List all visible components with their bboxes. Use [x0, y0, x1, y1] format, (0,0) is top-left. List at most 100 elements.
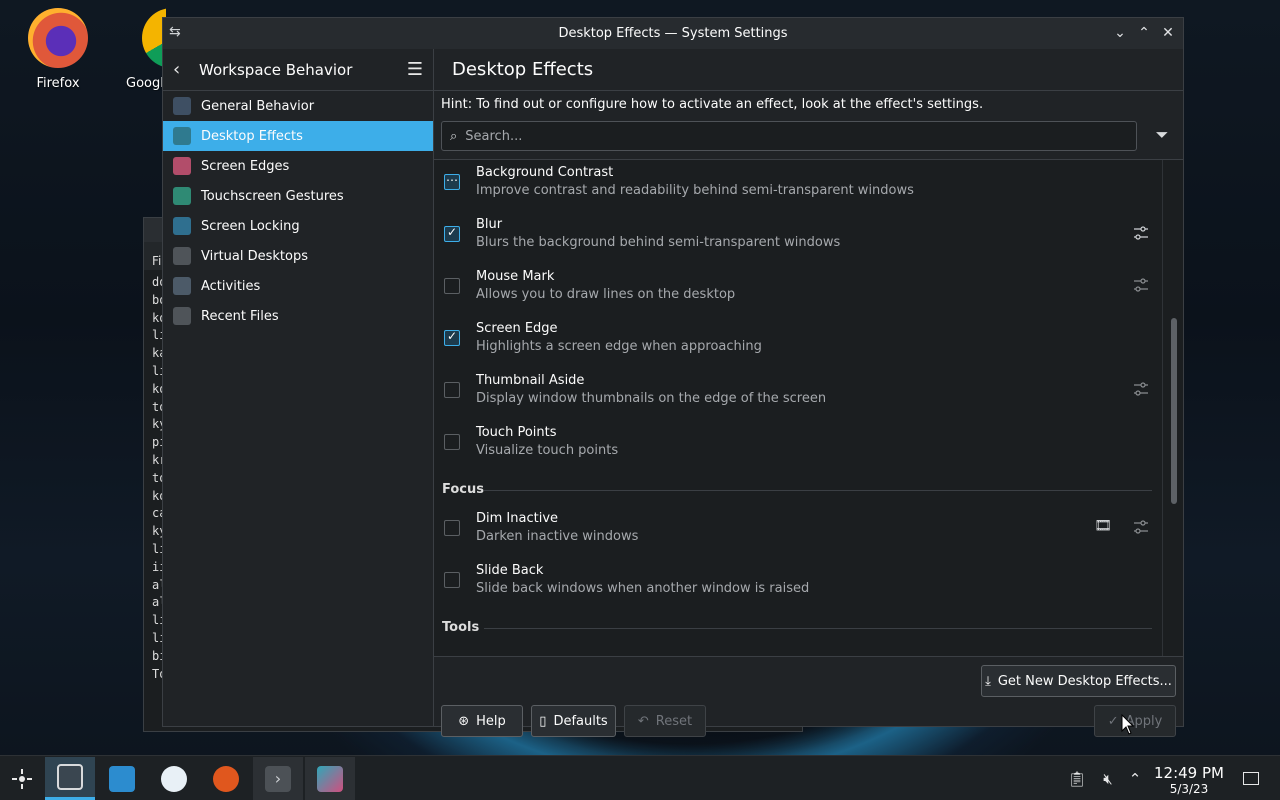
effect-name: Mouse Mark [476, 269, 555, 284]
back-arrow-icon[interactable]: ‹ [173, 59, 193, 80]
get-new-effects-button[interactable]: ⤓ Get New Desktop Effects... [981, 665, 1176, 697]
taskbar-app-coral[interactable] [149, 757, 199, 800]
hamburger-menu-icon[interactable]: ☰ [407, 59, 423, 80]
scrollbar-thumb[interactable] [1171, 318, 1177, 504]
coral-app-icon [161, 765, 187, 792]
system-tray: 📋︎ 🔇︎ ⌃ [1066, 756, 1146, 800]
defaults-button[interactable]: ▯ Defaults [531, 705, 616, 737]
application-launcher-button[interactable] [0, 757, 47, 800]
configure-settings-icon[interactable] [1130, 518, 1152, 540]
sidebar-item-label: General Behavior [201, 98, 315, 114]
volume-muted-icon[interactable]: 🔇︎ [1094, 770, 1122, 788]
effect-checkbox[interactable] [444, 434, 460, 450]
activities-icon [173, 277, 191, 295]
effect-checkbox[interactable]: ✓ [444, 329, 460, 346]
effect-checkbox[interactable] [444, 572, 460, 588]
taskbar-desktop-effects[interactable] [305, 757, 355, 800]
search-field[interactable]: ⌕ [441, 121, 1137, 151]
configure-settings-icon[interactable] [1130, 276, 1152, 298]
page-title: Desktop Effects [452, 59, 594, 80]
sidebar-item-label: Screen Locking [201, 218, 300, 234]
sidebar-item-touchscreen-gestures[interactable]: Touchscreen Gestures [163, 181, 433, 211]
close-button[interactable]: ✕ [1159, 22, 1177, 44]
sidebar-item-label: Virtual Desktops [201, 248, 308, 264]
window-titlebar[interactable]: ⇆ Desktop Effects — System Settings ⌄ ⌃ … [163, 18, 1183, 49]
apply-button[interactable]: ✓ Apply [1094, 705, 1176, 737]
desktop-icon-chrome[interactable]: Googl [126, 8, 166, 91]
effect-row[interactable]: ⋯ Background Contrast Improve contrast and… [434, 160, 1162, 212]
search-icon: ⌕ [450, 128, 458, 144]
touchscreen-gestures-icon [173, 187, 191, 205]
get-new-effects-label: Get New Desktop Effects... [997, 673, 1172, 689]
effect-row[interactable]: Slide Back Slide back windows when anothe… [434, 558, 1162, 610]
effect-row[interactable]: Thumbnail Aside Display window thumbnails… [434, 368, 1162, 420]
system-settings-window: ⇆ Desktop Effects — System Settings ⌄ ⌃ … [162, 17, 1184, 737]
taskbar-discover[interactable] [97, 757, 147, 800]
search-input[interactable] [465, 128, 1136, 144]
reset-button[interactable]: ↶ Reset [624, 705, 706, 737]
sidebar-item-recent-files[interactable]: Recent Files [163, 301, 433, 331]
desktop-icon-firefox[interactable]: Firefox [13, 8, 103, 91]
clock-date: 5/3/23 [1169, 782, 1209, 796]
configure-settings-icon[interactable] [1130, 380, 1152, 402]
video-preview-icon[interactable]: 🎞︎ [1092, 518, 1114, 540]
effect-checkbox[interactable] [444, 520, 460, 536]
filter-icon[interactable]: ⏷ [1151, 125, 1173, 147]
taskbar-terminal[interactable]: › [253, 757, 303, 800]
taskbar-system-settings[interactable] [45, 757, 95, 800]
effect-description: Highlights a screen edge when approachin… [476, 339, 762, 354]
hint-text: Hint: To find out or configure how to ac… [441, 97, 984, 112]
minimize-button[interactable]: ⌄ [1111, 22, 1129, 44]
effect-checkbox[interactable] [444, 278, 460, 294]
effect-checkbox[interactable]: ✓ [444, 225, 460, 242]
section-label: Tools [442, 620, 490, 635]
section-divider [484, 628, 1152, 629]
taskbar-app-orange[interactable] [201, 757, 251, 800]
sidebar-item-general-behavior[interactable]: General Behavior [163, 91, 433, 121]
effect-row[interactable]: Touch Points Visualize touch points [434, 420, 1162, 472]
maximize-button[interactable]: ⌃ [1135, 22, 1153, 44]
effect-name: Background Contrast [476, 165, 614, 180]
effect-row[interactable]: ✓ Screen Edge Highlights a screen edge whe… [434, 316, 1162, 368]
help-label: Help [476, 713, 506, 729]
effect-description: Darken inactive windows [476, 529, 639, 544]
taskbar: › 📋︎ 🔇︎ ⌃ 12:49 PM 5/3/23 [0, 755, 1280, 800]
effect-row[interactable]: Dim Inactive Darken inactive windows 🎞︎ [434, 506, 1162, 558]
effect-checkbox[interactable]: ⋯ [444, 173, 460, 190]
system-settings-icon [57, 764, 83, 790]
tray-expand-icon[interactable]: ⌃ [1124, 770, 1146, 788]
content-header: Desktop Effects [434, 49, 1183, 91]
sidebar-item-screen-edges[interactable]: Screen Edges [163, 151, 433, 181]
clipboard-icon[interactable]: 📋︎ [1066, 770, 1088, 788]
discover-store-icon [109, 765, 135, 792]
sidebar-item-label: Activities [201, 278, 261, 294]
sidebar-item-label: Screen Edges [201, 158, 290, 174]
help-button[interactable]: ⊛ Help [441, 705, 523, 737]
sidebar-item-label: Recent Files [201, 308, 279, 324]
show-desktop-button[interactable] [1243, 756, 1263, 800]
desktop-effects-icon [317, 765, 343, 792]
section-focus: Focus [434, 472, 1162, 506]
sidebar-header: ‹ Workspace Behavior ☰ [163, 49, 433, 91]
effect-description: Blurs the background behind semi-transpa… [476, 235, 841, 250]
scrollbar[interactable] [1162, 160, 1183, 656]
help-icon: ⊛ [458, 713, 470, 729]
defaults-label: Defaults [553, 713, 608, 729]
undo-icon: ↶ [637, 713, 649, 729]
effect-row[interactable]: ✓ Blur Blurs the background behind semi-tr… [434, 212, 1162, 264]
clock[interactable]: 12:49 PM 5/3/23 [1150, 764, 1228, 796]
sidebar-item-screen-locking[interactable]: Screen Locking [163, 211, 433, 241]
window-menu-icon[interactable]: ⇆ [169, 24, 187, 42]
firefox-icon [28, 8, 88, 68]
document-icon: ▯ [539, 713, 547, 729]
effects-list: ⋯ Background Contrast Improve contrast and… [434, 159, 1183, 657]
sidebar-item-virtual-desktops[interactable]: Virtual Desktops [163, 241, 433, 271]
desktop-effects-icon [173, 127, 191, 145]
sidebar-item-desktop-effects[interactable]: Desktop Effects [163, 121, 433, 151]
sidebar-item-activities[interactable]: Activities [163, 271, 433, 301]
configure-settings-icon[interactable] [1130, 224, 1152, 246]
effect-checkbox[interactable] [444, 382, 460, 398]
effect-row[interactable]: Mouse Mark Allows you to draw lines on th… [434, 264, 1162, 316]
terminal-icon: › [265, 765, 291, 792]
checkmark-icon: ✓ [446, 225, 458, 239]
